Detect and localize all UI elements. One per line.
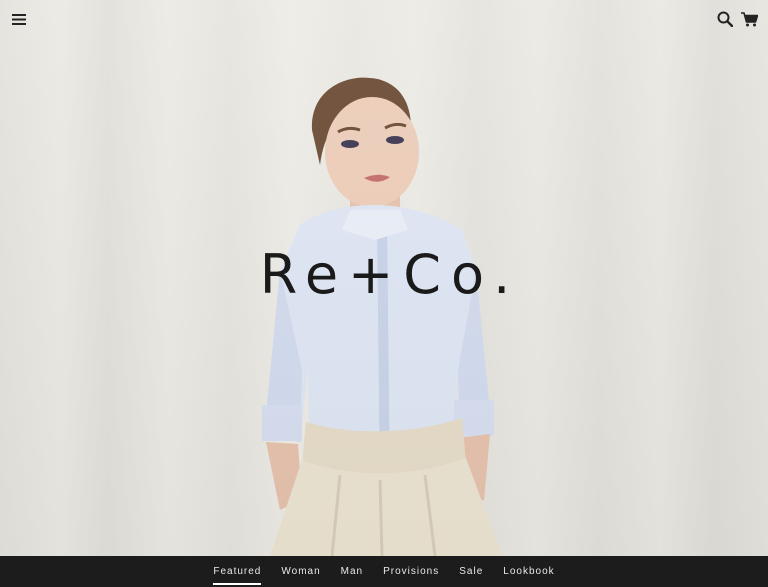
hero-banner: Re+Co. (0, 0, 768, 556)
nav-list: Featured Woman Man Provisions Sale Lookb… (203, 556, 564, 587)
nav-item-man[interactable]: Man (331, 556, 373, 587)
nav-item-lookbook[interactable]: Lookbook (493, 556, 564, 587)
hero-model-image (262, 77, 502, 556)
main-navigation: Featured Woman Man Provisions Sale Lookb… (0, 556, 768, 587)
cart-icon[interactable] (738, 8, 760, 30)
hamburger-menu-icon[interactable] (8, 8, 30, 30)
nav-item-featured[interactable]: Featured (203, 556, 271, 587)
nav-item-woman[interactable]: Woman (271, 556, 330, 587)
nav-item-sale[interactable]: Sale (449, 556, 493, 587)
nav-item-provisions[interactable]: Provisions (373, 556, 449, 587)
search-icon[interactable] (714, 8, 736, 30)
brand-logo[interactable]: Re+Co. (0, 238, 768, 312)
storefront-page: Re+Co. Featured Woman Man Provisions Sal… (0, 0, 768, 587)
